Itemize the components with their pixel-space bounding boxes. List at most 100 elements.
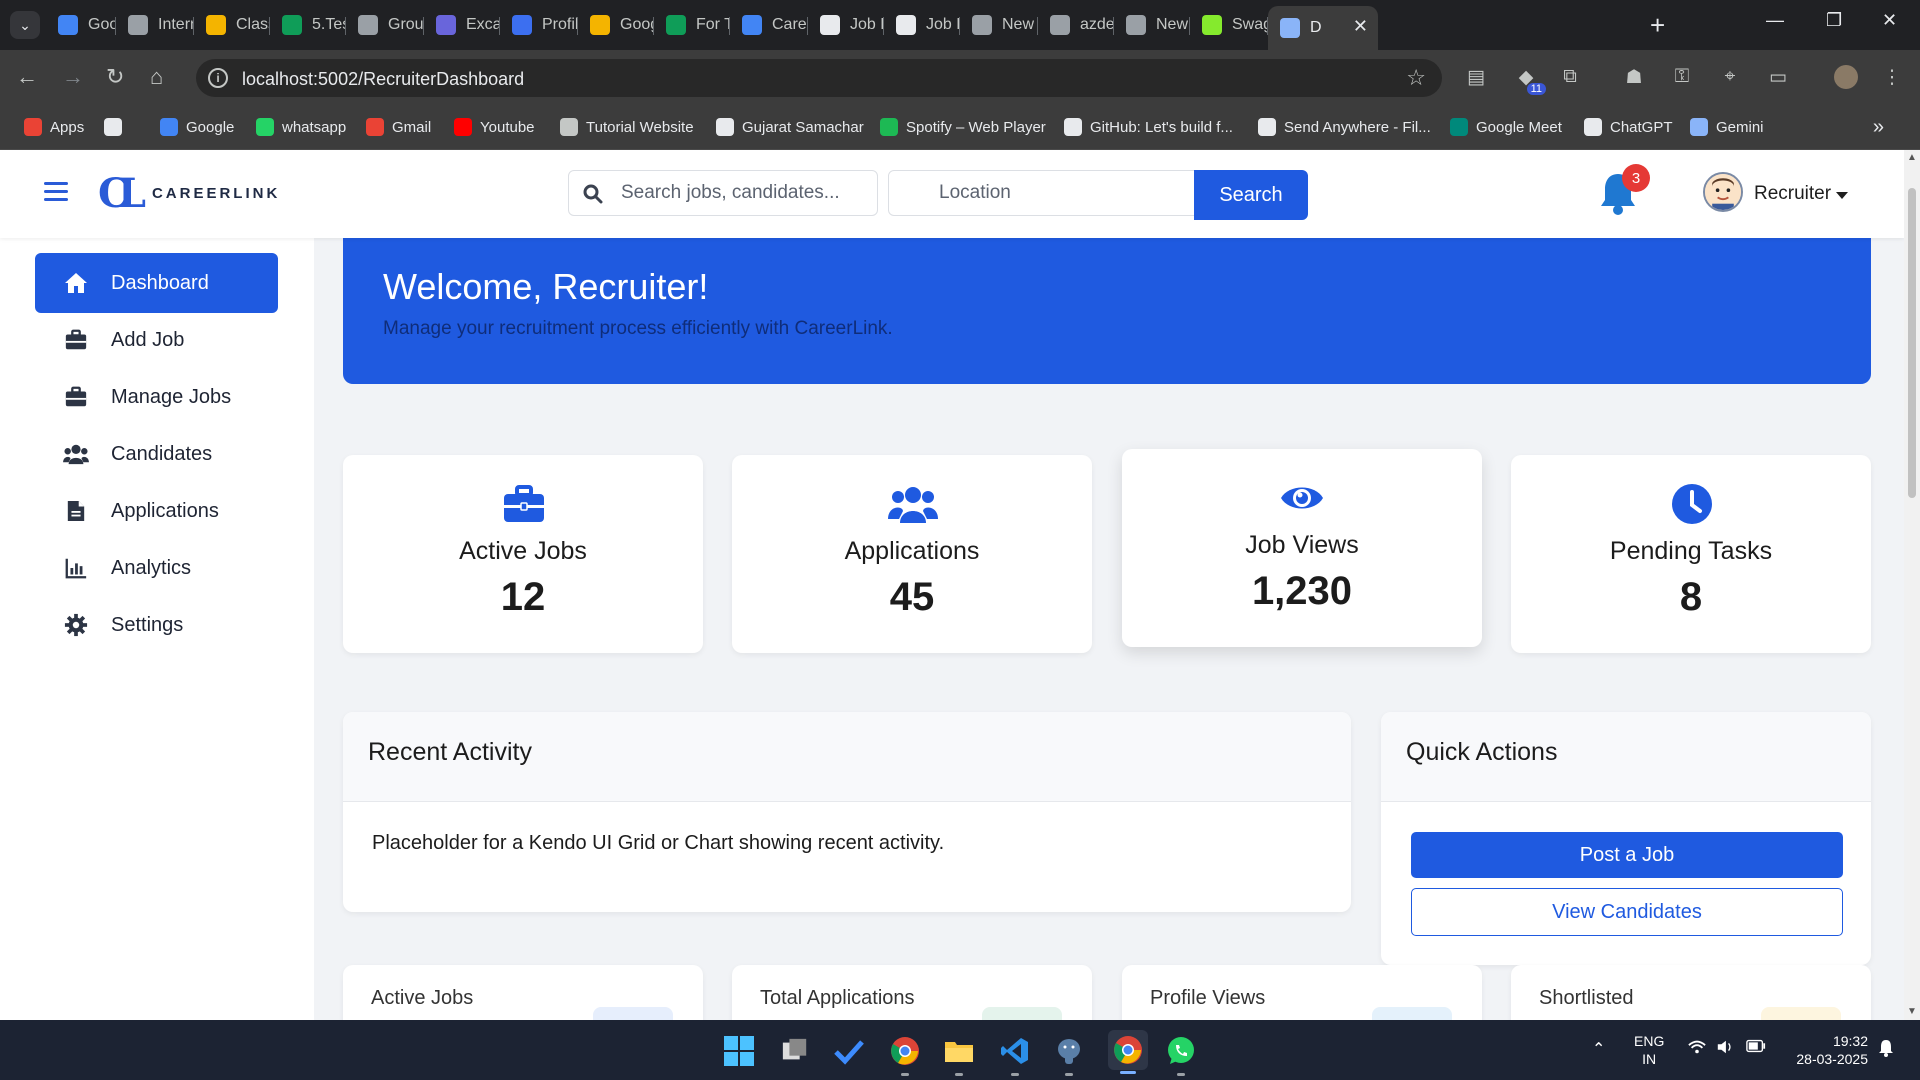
scroll-down-icon[interactable]: ▼ xyxy=(1907,1006,1917,1017)
windows-start-icon[interactable] xyxy=(722,1034,756,1068)
bookmark-item[interactable]: Google xyxy=(160,118,234,136)
bookmark-item[interactable]: Apps xyxy=(24,118,84,136)
location-input[interactable] xyxy=(889,171,1195,215)
browser-tab[interactable]: New xyxy=(1114,8,1190,42)
browser-tab[interactable]: azdev xyxy=(1038,8,1114,42)
sidebar-item-add-job[interactable]: Add Job xyxy=(35,310,278,370)
bookmark-item[interactable]: ChatGPT xyxy=(1584,118,1673,136)
browser-menu-icon[interactable]: ⋮ xyxy=(1880,65,1904,89)
language-indicator[interactable]: ENG IN xyxy=(1634,1032,1664,1068)
browser-tab[interactable]: Intern xyxy=(116,8,194,42)
sidebar-item-manage-jobs[interactable]: Manage Jobs xyxy=(35,367,278,427)
user-menu-label[interactable]: Recruiter xyxy=(1754,183,1831,205)
browser-tab[interactable]: Job P xyxy=(808,8,884,42)
search-input[interactable] xyxy=(569,171,877,215)
sidebar-item-applications[interactable]: Applications xyxy=(35,481,278,541)
bookmark-item[interactable]: Tutorial Website xyxy=(560,118,694,136)
back-button[interactable]: ← xyxy=(16,64,38,90)
site-info-icon[interactable]: i xyxy=(208,68,228,88)
bookmark-item[interactable]: Spotify – Web Player xyxy=(880,118,1046,136)
bookmark-item[interactable]: Send Anywhere - Fil... xyxy=(1258,118,1431,136)
file-explorer-icon[interactable] xyxy=(942,1034,976,1076)
browser-tab[interactable]: New xyxy=(960,8,1038,42)
bookmark-item[interactable]: Gemini xyxy=(1690,118,1764,136)
wifi-icon[interactable] xyxy=(1688,1039,1706,1060)
scroll-up-icon[interactable]: ▲ xyxy=(1907,152,1917,163)
forward-button[interactable]: → xyxy=(62,64,84,90)
browser-tab[interactable]: For Tr xyxy=(654,8,730,42)
bookmark-item[interactable] xyxy=(104,118,130,136)
close-window-button[interactable]: ✕ xyxy=(1882,10,1897,31)
browser-tab[interactable]: Caree xyxy=(730,8,808,42)
volume-icon[interactable] xyxy=(1716,1039,1734,1060)
chevron-down-icon[interactable] xyxy=(1836,192,1848,199)
browser-tab[interactable]: Profil xyxy=(500,8,578,42)
bookmark-item[interactable]: whatsapp xyxy=(256,118,346,136)
page-scrollbar[interactable]: ▲ ▼ xyxy=(1904,150,1920,1020)
browser-tab[interactable]: Grou xyxy=(346,8,424,42)
view-candidates-button[interactable]: View Candidates xyxy=(1411,888,1843,936)
tray-chevron-up-icon[interactable]: ⌃ xyxy=(1592,1039,1605,1059)
hamburger-menu-icon[interactable] xyxy=(44,182,68,202)
profile-avatar-icon[interactable] xyxy=(1834,65,1858,89)
scroll-thumb[interactable] xyxy=(1908,188,1916,498)
bookmark-item[interactable]: GitHub: Let's build f... xyxy=(1064,118,1233,136)
browser-tab[interactable]: Swag xyxy=(1190,8,1268,42)
clock[interactable]: 19:32 28-03-2025 xyxy=(1784,1032,1868,1068)
browser-tab[interactable]: Job P xyxy=(884,8,960,42)
bookmarks-overflow-icon[interactable]: » xyxy=(1873,116,1884,139)
postgres-icon[interactable] xyxy=(1052,1034,1086,1076)
browser-tab[interactable]: Goog xyxy=(578,8,654,42)
chrome-profile-icon[interactable] xyxy=(1108,1030,1148,1074)
location-pin-icon[interactable]: ⌖ xyxy=(1718,65,1742,89)
sidebar-item-candidates[interactable]: Candidates xyxy=(35,424,278,484)
browser-tab[interactable]: Class xyxy=(194,8,270,42)
omnibox[interactable]: i localhost:5002/RecruiterDashboard ☆ xyxy=(196,59,1442,97)
bookmark-star-icon[interactable]: ☆ xyxy=(1406,65,1426,91)
location-box xyxy=(888,170,1196,216)
search-button[interactable]: Search xyxy=(1194,170,1308,220)
sidebar-item-analytics[interactable]: Analytics xyxy=(35,538,278,598)
bookmark-item[interactable]: Youtube xyxy=(454,118,535,136)
incognito-icon[interactable]: ☗ xyxy=(1622,65,1646,89)
sidebar-item-settings[interactable]: Settings xyxy=(35,595,278,655)
extension-icon[interactable]: ◆ 11 xyxy=(1514,65,1546,95)
browser-tab[interactable]: Goog xyxy=(46,8,116,42)
minimize-button[interactable]: — xyxy=(1766,10,1784,31)
bookmark-item[interactable]: Google Meet xyxy=(1450,118,1562,136)
quick-actions-title: Quick Actions xyxy=(1381,712,1871,802)
bookmark-item[interactable]: Gmail xyxy=(366,118,431,136)
key-icon[interactable]: ⚿ xyxy=(1670,65,1694,89)
avatar[interactable] xyxy=(1703,172,1743,212)
reload-button[interactable]: ↻ xyxy=(106,64,124,90)
post-job-button[interactable]: Post a Job xyxy=(1411,832,1843,878)
sidebar-item-dashboard[interactable]: Dashboard xyxy=(35,253,278,313)
url-text[interactable]: localhost:5002/RecruiterDashboard xyxy=(242,69,524,90)
stat-label: Applications xyxy=(844,537,980,565)
bookmark-item[interactable]: Gujarat Samachar xyxy=(716,118,864,136)
tab-search-button[interactable]: ⌄ xyxy=(10,11,40,39)
browser-tab-active[interactable]: D ✕ xyxy=(1268,6,1378,50)
task-view-icon[interactable] xyxy=(778,1034,812,1068)
new-tab-button[interactable]: + xyxy=(1650,10,1665,41)
vscode-icon[interactable] xyxy=(998,1034,1032,1076)
tab-favicon-icon xyxy=(896,15,916,35)
restore-button[interactable]: ❐ xyxy=(1826,10,1842,31)
sidebar-item-label: Candidates xyxy=(111,442,213,465)
browser-tab[interactable]: 5.Test xyxy=(270,8,346,42)
mini-card-total-applications: Total Applications xyxy=(732,965,1092,1020)
notification-bell-icon[interactable] xyxy=(1878,1039,1894,1062)
todo-icon[interactable] xyxy=(832,1034,866,1068)
sidebar-item-label: Add Job xyxy=(111,328,185,351)
whatsapp-icon[interactable] xyxy=(1164,1034,1198,1076)
browser-tab[interactable]: Excal xyxy=(424,8,500,42)
battery-icon[interactable] xyxy=(1746,1039,1766,1058)
logo-text: CAREERLINK xyxy=(151,185,281,202)
chrome-icon[interactable] xyxy=(888,1034,922,1076)
careerlink-logo[interactable]: CL CAREERLINK xyxy=(98,170,280,217)
tab-close-icon[interactable]: ✕ xyxy=(1353,16,1368,37)
printer-extension-icon[interactable]: ▤ xyxy=(1464,65,1488,89)
puzzle-icon[interactable]: ⧉ xyxy=(1558,65,1582,89)
side-panel-icon[interactable]: ▭ xyxy=(1766,65,1790,89)
home-button[interactable]: ⌂ xyxy=(150,64,163,90)
